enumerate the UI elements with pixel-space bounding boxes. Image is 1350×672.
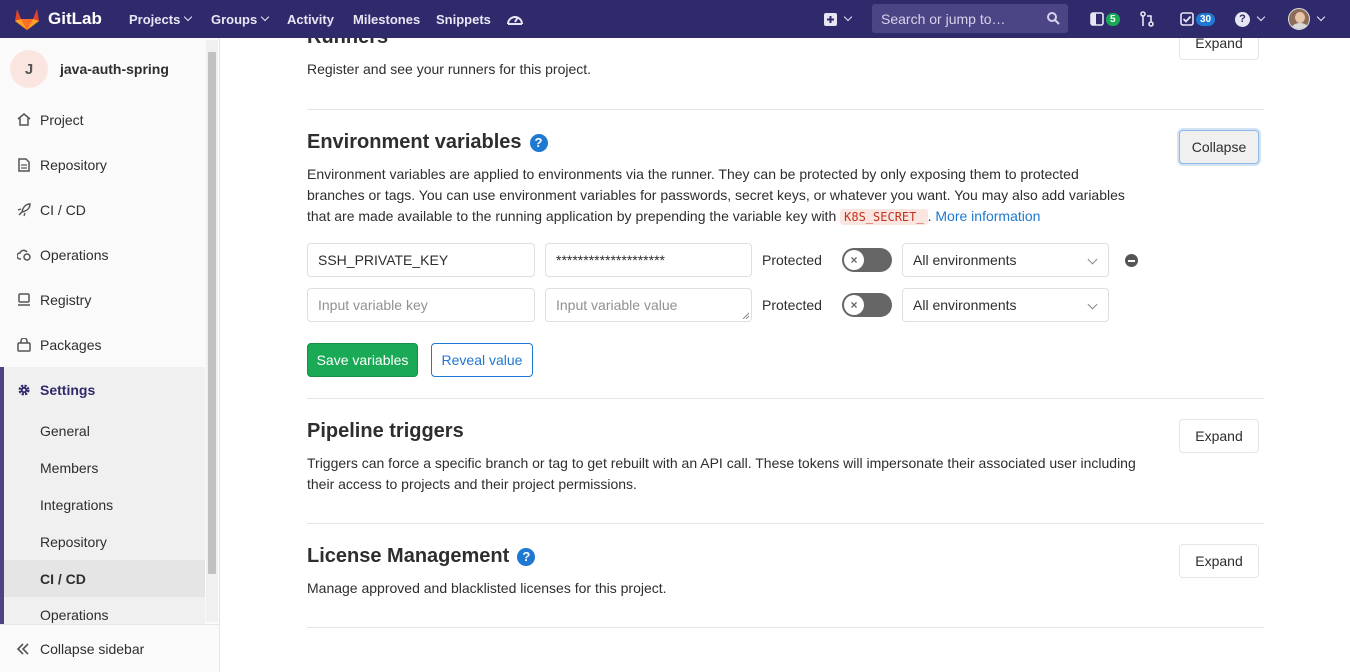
new-dropdown[interactable] [824, 0, 853, 38]
x-icon: × [844, 250, 864, 270]
todo-check-icon [1180, 12, 1194, 26]
pipeline-triggers-expand-button[interactable]: Expand [1179, 419, 1259, 453]
variable-value-input[interactable]: ******************** [545, 243, 752, 277]
license-expand-button[interactable]: Expand [1179, 544, 1259, 578]
sidebar-item-operations[interactable]: Operations [0, 232, 205, 277]
sidebar-item-project[interactable]: Project [0, 97, 205, 142]
section-divider [307, 109, 1264, 110]
protected-toggle[interactable]: × [842, 293, 892, 317]
plus-square-icon [824, 12, 837, 26]
section-divider [307, 398, 1264, 399]
help-dropdown[interactable]: ? [1235, 0, 1266, 38]
project-name: java-auth-spring [60, 61, 169, 77]
performance-bar-icon[interactable] [506, 0, 524, 38]
protected-label: Protected [762, 297, 822, 313]
env-vars-collapse-button[interactable]: Collapse [1179, 130, 1259, 164]
gear-icon [16, 383, 32, 397]
sidebar-sub-repository[interactable]: Repository [0, 523, 205, 560]
sidebar-item-registry[interactable]: Registry [0, 277, 205, 322]
todos-count-badge: 30 [1196, 12, 1216, 26]
sidebar-sub-integrations[interactable]: Integrations [0, 486, 205, 523]
nav-issues[interactable]: 5 [1090, 0, 1120, 38]
sidebar-item-packages[interactable]: Packages [0, 322, 205, 367]
sidebar-project-header[interactable]: J java-auth-spring [10, 50, 169, 88]
brand-name: GitLab [48, 9, 102, 28]
project-avatar: J [10, 50, 48, 88]
chevron-down-icon [1087, 254, 1098, 265]
pipeline-triggers-description: Triggers can force a specific branch or … [307, 455, 1136, 492]
new-variable-key-input[interactable]: Input variable key [307, 288, 535, 322]
nav-snippets[interactable]: Snippets [436, 0, 491, 38]
nav-projects[interactable]: Projects [129, 0, 193, 38]
user-menu[interactable] [1288, 0, 1326, 38]
pipeline-triggers-title: Pipeline triggers [307, 420, 464, 442]
gitlab-logo[interactable]: GitLab [14, 7, 102, 31]
doc-icon [16, 157, 32, 172]
nav-activity[interactable]: Activity [287, 0, 334, 38]
merge-request-icon [1140, 11, 1154, 27]
avatar [1288, 8, 1310, 30]
help-icon[interactable]: ? [529, 133, 548, 152]
section-divider [307, 627, 1264, 628]
double-chevron-left-icon [16, 642, 30, 655]
sidebar-sub-operations[interactable]: Operations [0, 597, 205, 624]
save-variables-button[interactable]: Save variables [307, 343, 418, 377]
home-icon [16, 113, 32, 126]
license-management-section: License Management ? Manage approved and… [307, 545, 1264, 599]
nav-milestones[interactable]: Milestones [353, 0, 420, 38]
nav-todos[interactable]: 30 [1180, 0, 1216, 38]
sidebar-scrollbar[interactable] [206, 40, 218, 622]
environment-scope-select[interactable]: All environments [902, 243, 1109, 277]
tanuki-icon [15, 9, 39, 30]
scrollbar-thumb[interactable] [208, 52, 216, 574]
sidebar-sub-cicd[interactable]: CI / CD [0, 560, 205, 597]
help-icon[interactable]: ? [517, 547, 536, 566]
chevron-down-icon [260, 12, 270, 22]
question-icon: ? [1235, 11, 1250, 27]
top-navbar: GitLab Projects Groups Activity Mileston… [0, 0, 1350, 38]
nav-groups[interactable]: Groups [211, 0, 270, 38]
cloud-gear-icon [16, 248, 32, 262]
new-variable-value-input[interactable]: Input variable value [545, 288, 752, 322]
variable-key-input[interactable]: SSH_PRIVATE_KEY [307, 243, 535, 277]
issues-count-badge: 5 [1106, 12, 1120, 26]
env-vars-description: Environment variables are applied to env… [307, 166, 1125, 225]
sidebar-sub-general[interactable]: General [0, 412, 205, 449]
package-icon [16, 337, 32, 352]
pipeline-triggers-section: Pipeline triggers Triggers can force a s… [307, 420, 1264, 495]
env-vars-title: Environment variables [307, 131, 522, 153]
resize-handle-icon[interactable] [742, 312, 749, 319]
license-management-title: License Management [307, 545, 510, 567]
chevron-down-icon [1316, 12, 1326, 22]
section-divider [307, 523, 1264, 524]
sidebar-item-repository[interactable]: Repository [0, 142, 205, 187]
protected-toggle[interactable]: × [842, 248, 892, 272]
project-sidebar: J java-auth-spring Project Repository CI… [0, 38, 220, 672]
protected-label: Protected [762, 252, 822, 268]
sidebar-sub-members[interactable]: Members [0, 449, 205, 486]
env-vars-section: Environment variables ? Environment vari… [307, 131, 1264, 228]
license-management-description: Manage approved and blacklisted licenses… [307, 580, 667, 596]
more-information-link[interactable]: More information [935, 208, 1040, 224]
remove-variable-icon[interactable] [1125, 254, 1138, 267]
k8s-secret-code: K8S_SECRET_ [840, 209, 928, 225]
sidebar-item-cicd[interactable]: CI / CD [0, 187, 205, 232]
nav-merge-requests[interactable] [1140, 0, 1154, 38]
container-icon [16, 293, 32, 306]
chevron-down-icon [843, 12, 853, 22]
sidebar-toggle-icon [1090, 12, 1104, 26]
chevron-down-icon [184, 12, 193, 22]
reveal-value-button[interactable]: Reveal value [431, 343, 533, 377]
chevron-down-icon [1087, 299, 1098, 310]
search-input[interactable]: Search or jump to… [872, 4, 1068, 33]
x-icon: × [844, 295, 864, 315]
rocket-icon [16, 202, 32, 217]
collapse-sidebar-button[interactable]: Collapse sidebar [0, 624, 219, 672]
chevron-down-icon [1256, 12, 1266, 22]
environment-scope-select[interactable]: All environments [902, 288, 1109, 322]
runners-description: Register and see your runners for this p… [307, 61, 592, 77]
search-icon [1047, 12, 1060, 25]
sidebar-item-settings[interactable]: Settings [0, 367, 205, 412]
